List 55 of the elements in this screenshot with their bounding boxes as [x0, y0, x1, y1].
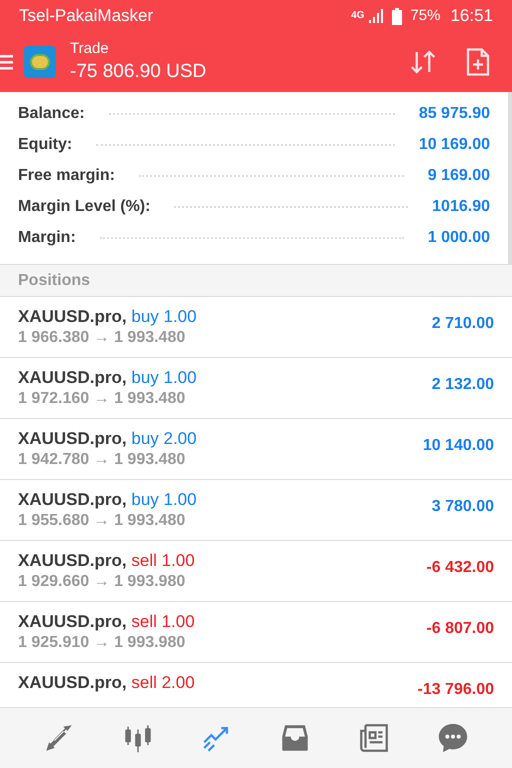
summary-label: Balance:	[18, 104, 85, 124]
price-range: 1 929.660 → 1 993.980	[18, 572, 186, 592]
battery-icon	[392, 8, 402, 24]
order-type: buy 2.00	[131, 429, 197, 448]
profit-value: -6 432.00	[426, 559, 494, 577]
summary-value: 85 975.90	[418, 104, 490, 124]
order-type: sell 1.00	[131, 551, 195, 570]
profit-value: 3 780.00	[432, 498, 494, 516]
summary-value: 1 000.00	[428, 228, 490, 248]
price-range: 1 925.910 → 1 993.980	[18, 633, 186, 653]
battery-level: 75%	[410, 6, 440, 26]
symbol: XAUUSD.pro,	[18, 612, 127, 631]
clock: 16:51	[450, 5, 493, 28]
position-row[interactable]: XAUUSD.pro, sell 1.00 1 929.660 → 1 993.980 -6 432.00	[0, 541, 512, 602]
symbol: XAUUSD.pro,	[18, 429, 127, 448]
new-document-icon[interactable]	[464, 47, 492, 77]
profit-value: -6 807.00	[426, 620, 494, 638]
summary-value: 1016.90	[432, 196, 490, 216]
summary-label: Free margin:	[18, 166, 115, 186]
summary-label: Margin:	[18, 228, 76, 248]
position-row[interactable]: XAUUSD.pro, buy 1.00 1 972.160 → 1 993.480 2 132.00	[0, 358, 512, 419]
profit-value: -13 796.00	[417, 681, 494, 699]
signal-icon	[368, 8, 384, 24]
price-range: 1 972.160 → 1 993.480	[18, 389, 186, 409]
symbol: XAUUSD.pro,	[18, 551, 127, 570]
position-row[interactable]: XAUUSD.pro, sell 1.00 1 925.910 → 1 993.980 -6 807.00	[0, 602, 512, 663]
price-range: 1 942.780 → 1 993.480	[18, 450, 186, 470]
symbol: XAUUSD.pro,	[18, 307, 127, 326]
account-profit: -75 806.90 USD	[70, 60, 208, 84]
order-type: buy 1.00	[131, 307, 197, 326]
position-row[interactable]: XAUUSD.pro, buy 1.00 1 966.380 → 1 993.480 2 710.00	[0, 297, 512, 358]
position-row[interactable]: XAUUSD.pro, buy 1.00 1 955.680 → 1 993.480 3 780.00	[0, 480, 512, 541]
profit-value: 2 710.00	[432, 315, 494, 333]
summary-value: 10 169.00	[418, 134, 490, 154]
profit-value: 2 132.00	[432, 376, 494, 394]
order-type: sell 2.00	[131, 673, 195, 692]
summary-label: Margin Level (%):	[18, 196, 150, 216]
position-row[interactable]: XAUUSD.pro, buy 2.00 1 942.780 → 1 993.480 10 140.00	[0, 419, 512, 480]
price-range: 1 966.380 → 1 993.480	[18, 328, 186, 348]
summary-label: Equity:	[18, 134, 72, 154]
menu-icon[interactable]	[0, 52, 14, 72]
order-type: buy 1.00	[131, 368, 197, 387]
symbol: XAUUSD.pro,	[18, 368, 127, 387]
section-title: Positions	[18, 270, 90, 290]
carrier-name: Tsel-PakaiMasker	[19, 5, 154, 28]
screen-title: Trade	[70, 39, 110, 59]
profit-value: 10 140.00	[422, 437, 494, 455]
order-type: buy 1.00	[131, 490, 197, 509]
order-type: sell 1.00	[131, 612, 195, 631]
network-type: 4G	[351, 11, 364, 21]
price-range: 1 955.680 → 1 993.480	[18, 511, 186, 531]
symbol: XAUUSD.pro,	[18, 490, 127, 509]
app-logo	[24, 46, 56, 78]
symbol: XAUUSD.pro,	[18, 673, 127, 692]
summary-value: 9 169.00	[428, 166, 490, 186]
